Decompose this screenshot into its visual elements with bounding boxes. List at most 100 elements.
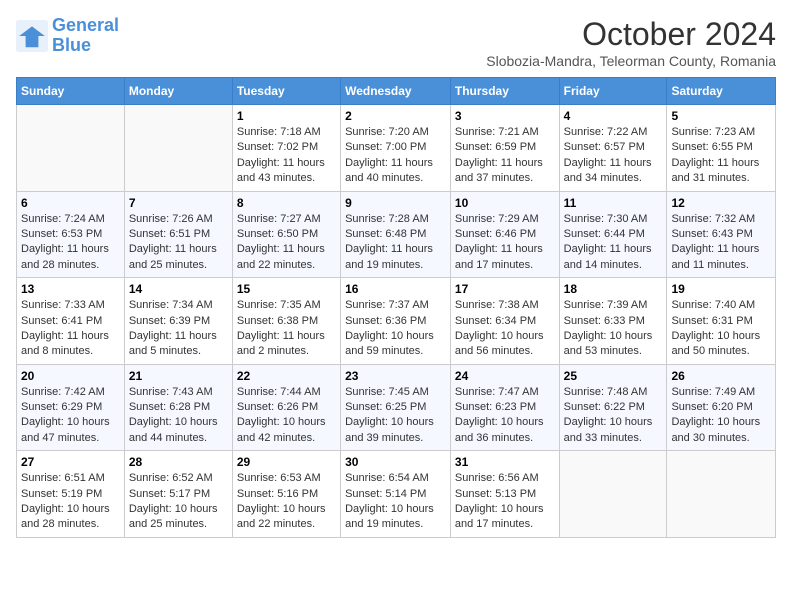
day-info: Sunrise: 7:24 AMSunset: 6:53 PMDaylight:… [21, 212, 120, 274]
calendar-cell: 11 Sunrise: 7:30 AMSunset: 6:44 PMDaylig… [559, 191, 667, 278]
day-number: 27 [21, 455, 120, 469]
day-number: 18 [564, 282, 663, 296]
header-day: Sunday [17, 78, 125, 105]
day-info: Sunrise: 6:52 AMSunset: 5:17 PMDaylight:… [129, 471, 228, 533]
calendar-cell: 20 Sunrise: 7:42 AMSunset: 6:29 PMDaylig… [17, 364, 125, 451]
calendar-cell: 15 Sunrise: 7:35 AMSunset: 6:38 PMDaylig… [232, 278, 340, 365]
day-info: Sunrise: 7:34 AMSunset: 6:39 PMDaylight:… [129, 298, 228, 360]
calendar-cell: 29 Sunrise: 6:53 AMSunset: 5:16 PMDaylig… [232, 451, 340, 538]
calendar-cell: 8 Sunrise: 7:27 AMSunset: 6:50 PMDayligh… [232, 191, 340, 278]
day-number: 11 [564, 196, 663, 210]
day-info: Sunrise: 7:44 AMSunset: 6:26 PMDaylight:… [237, 385, 336, 447]
day-info: Sunrise: 7:21 AMSunset: 6:59 PMDaylight:… [455, 125, 555, 187]
day-number: 20 [21, 369, 120, 383]
calendar-row: 27 Sunrise: 6:51 AMSunset: 5:19 PMDaylig… [17, 451, 776, 538]
calendar-table: SundayMondayTuesdayWednesdayThursdayFrid… [16, 77, 776, 538]
day-number: 26 [671, 369, 771, 383]
title-section: October 2024 Slobozia-Mandra, Teleorman … [486, 16, 776, 69]
calendar-cell: 10 Sunrise: 7:29 AMSunset: 6:46 PMDaylig… [450, 191, 559, 278]
calendar-row: 13 Sunrise: 7:33 AMSunset: 6:41 PMDaylig… [17, 278, 776, 365]
calendar-row: 6 Sunrise: 7:24 AMSunset: 6:53 PMDayligh… [17, 191, 776, 278]
calendar-cell: 17 Sunrise: 7:38 AMSunset: 6:34 PMDaylig… [450, 278, 559, 365]
day-number: 21 [129, 369, 228, 383]
day-number: 30 [345, 455, 446, 469]
day-number: 14 [129, 282, 228, 296]
logo-icon [16, 20, 48, 52]
day-number: 10 [455, 196, 555, 210]
day-info: Sunrise: 7:22 AMSunset: 6:57 PMDaylight:… [564, 125, 663, 187]
day-number: 22 [237, 369, 336, 383]
calendar-cell: 30 Sunrise: 6:54 AMSunset: 5:14 PMDaylig… [341, 451, 451, 538]
header-day: Wednesday [341, 78, 451, 105]
calendar-cell: 2 Sunrise: 7:20 AMSunset: 7:00 PMDayligh… [341, 105, 451, 192]
day-info: Sunrise: 6:53 AMSunset: 5:16 PMDaylight:… [237, 471, 336, 533]
day-info: Sunrise: 7:27 AMSunset: 6:50 PMDaylight:… [237, 212, 336, 274]
day-info: Sunrise: 7:42 AMSunset: 6:29 PMDaylight:… [21, 385, 120, 447]
calendar-row: 1 Sunrise: 7:18 AMSunset: 7:02 PMDayligh… [17, 105, 776, 192]
header-day: Tuesday [232, 78, 340, 105]
day-info: Sunrise: 7:20 AMSunset: 7:00 PMDaylight:… [345, 125, 446, 187]
day-info: Sunrise: 7:40 AMSunset: 6:31 PMDaylight:… [671, 298, 771, 360]
day-number: 3 [455, 109, 555, 123]
logo: General Blue [16, 16, 119, 56]
calendar-cell: 28 Sunrise: 6:52 AMSunset: 5:17 PMDaylig… [124, 451, 232, 538]
day-number: 17 [455, 282, 555, 296]
calendar-cell: 27 Sunrise: 6:51 AMSunset: 5:19 PMDaylig… [17, 451, 125, 538]
day-info: Sunrise: 7:32 AMSunset: 6:43 PMDaylight:… [671, 212, 771, 274]
day-info: Sunrise: 7:45 AMSunset: 6:25 PMDaylight:… [345, 385, 446, 447]
day-number: 7 [129, 196, 228, 210]
calendar-cell: 6 Sunrise: 7:24 AMSunset: 6:53 PMDayligh… [17, 191, 125, 278]
day-number: 13 [21, 282, 120, 296]
day-info: Sunrise: 6:51 AMSunset: 5:19 PMDaylight:… [21, 471, 120, 533]
day-number: 24 [455, 369, 555, 383]
day-info: Sunrise: 7:29 AMSunset: 6:46 PMDaylight:… [455, 212, 555, 274]
day-info: Sunrise: 7:35 AMSunset: 6:38 PMDaylight:… [237, 298, 336, 360]
day-info: Sunrise: 7:43 AMSunset: 6:28 PMDaylight:… [129, 385, 228, 447]
day-info: Sunrise: 7:23 AMSunset: 6:55 PMDaylight:… [671, 125, 771, 187]
day-info: Sunrise: 7:38 AMSunset: 6:34 PMDaylight:… [455, 298, 555, 360]
day-number: 8 [237, 196, 336, 210]
header-row: SundayMondayTuesdayWednesdayThursdayFrid… [17, 78, 776, 105]
day-info: Sunrise: 7:30 AMSunset: 6:44 PMDaylight:… [564, 212, 663, 274]
calendar-cell: 25 Sunrise: 7:48 AMSunset: 6:22 PMDaylig… [559, 364, 667, 451]
calendar-cell [17, 105, 125, 192]
calendar-cell: 21 Sunrise: 7:43 AMSunset: 6:28 PMDaylig… [124, 364, 232, 451]
calendar-cell: 26 Sunrise: 7:49 AMSunset: 6:20 PMDaylig… [667, 364, 776, 451]
header-day: Monday [124, 78, 232, 105]
day-number: 1 [237, 109, 336, 123]
day-info: Sunrise: 7:28 AMSunset: 6:48 PMDaylight:… [345, 212, 446, 274]
day-number: 12 [671, 196, 771, 210]
calendar-cell: 23 Sunrise: 7:45 AMSunset: 6:25 PMDaylig… [341, 364, 451, 451]
calendar-cell: 9 Sunrise: 7:28 AMSunset: 6:48 PMDayligh… [341, 191, 451, 278]
calendar-cell: 22 Sunrise: 7:44 AMSunset: 6:26 PMDaylig… [232, 364, 340, 451]
day-number: 15 [237, 282, 336, 296]
calendar-cell: 3 Sunrise: 7:21 AMSunset: 6:59 PMDayligh… [450, 105, 559, 192]
day-number: 5 [671, 109, 771, 123]
location-subtitle: Slobozia-Mandra, Teleorman County, Roman… [486, 53, 776, 69]
day-number: 23 [345, 369, 446, 383]
calendar-cell [667, 451, 776, 538]
day-number: 28 [129, 455, 228, 469]
day-number: 4 [564, 109, 663, 123]
calendar-cell: 31 Sunrise: 6:56 AMSunset: 5:13 PMDaylig… [450, 451, 559, 538]
day-number: 29 [237, 455, 336, 469]
header-day: Thursday [450, 78, 559, 105]
calendar-cell: 5 Sunrise: 7:23 AMSunset: 6:55 PMDayligh… [667, 105, 776, 192]
calendar-cell: 12 Sunrise: 7:32 AMSunset: 6:43 PMDaylig… [667, 191, 776, 278]
day-number: 6 [21, 196, 120, 210]
calendar-cell: 7 Sunrise: 7:26 AMSunset: 6:51 PMDayligh… [124, 191, 232, 278]
day-number: 25 [564, 369, 663, 383]
calendar-cell [559, 451, 667, 538]
day-info: Sunrise: 7:39 AMSunset: 6:33 PMDaylight:… [564, 298, 663, 360]
day-info: Sunrise: 7:47 AMSunset: 6:23 PMDaylight:… [455, 385, 555, 447]
calendar-row: 20 Sunrise: 7:42 AMSunset: 6:29 PMDaylig… [17, 364, 776, 451]
day-number: 31 [455, 455, 555, 469]
day-info: Sunrise: 6:54 AMSunset: 5:14 PMDaylight:… [345, 471, 446, 533]
calendar-cell: 14 Sunrise: 7:34 AMSunset: 6:39 PMDaylig… [124, 278, 232, 365]
day-info: Sunrise: 7:33 AMSunset: 6:41 PMDaylight:… [21, 298, 120, 360]
day-info: Sunrise: 7:26 AMSunset: 6:51 PMDaylight:… [129, 212, 228, 274]
day-number: 9 [345, 196, 446, 210]
header-day: Saturday [667, 78, 776, 105]
calendar-cell: 4 Sunrise: 7:22 AMSunset: 6:57 PMDayligh… [559, 105, 667, 192]
day-info: Sunrise: 7:18 AMSunset: 7:02 PMDaylight:… [237, 125, 336, 187]
